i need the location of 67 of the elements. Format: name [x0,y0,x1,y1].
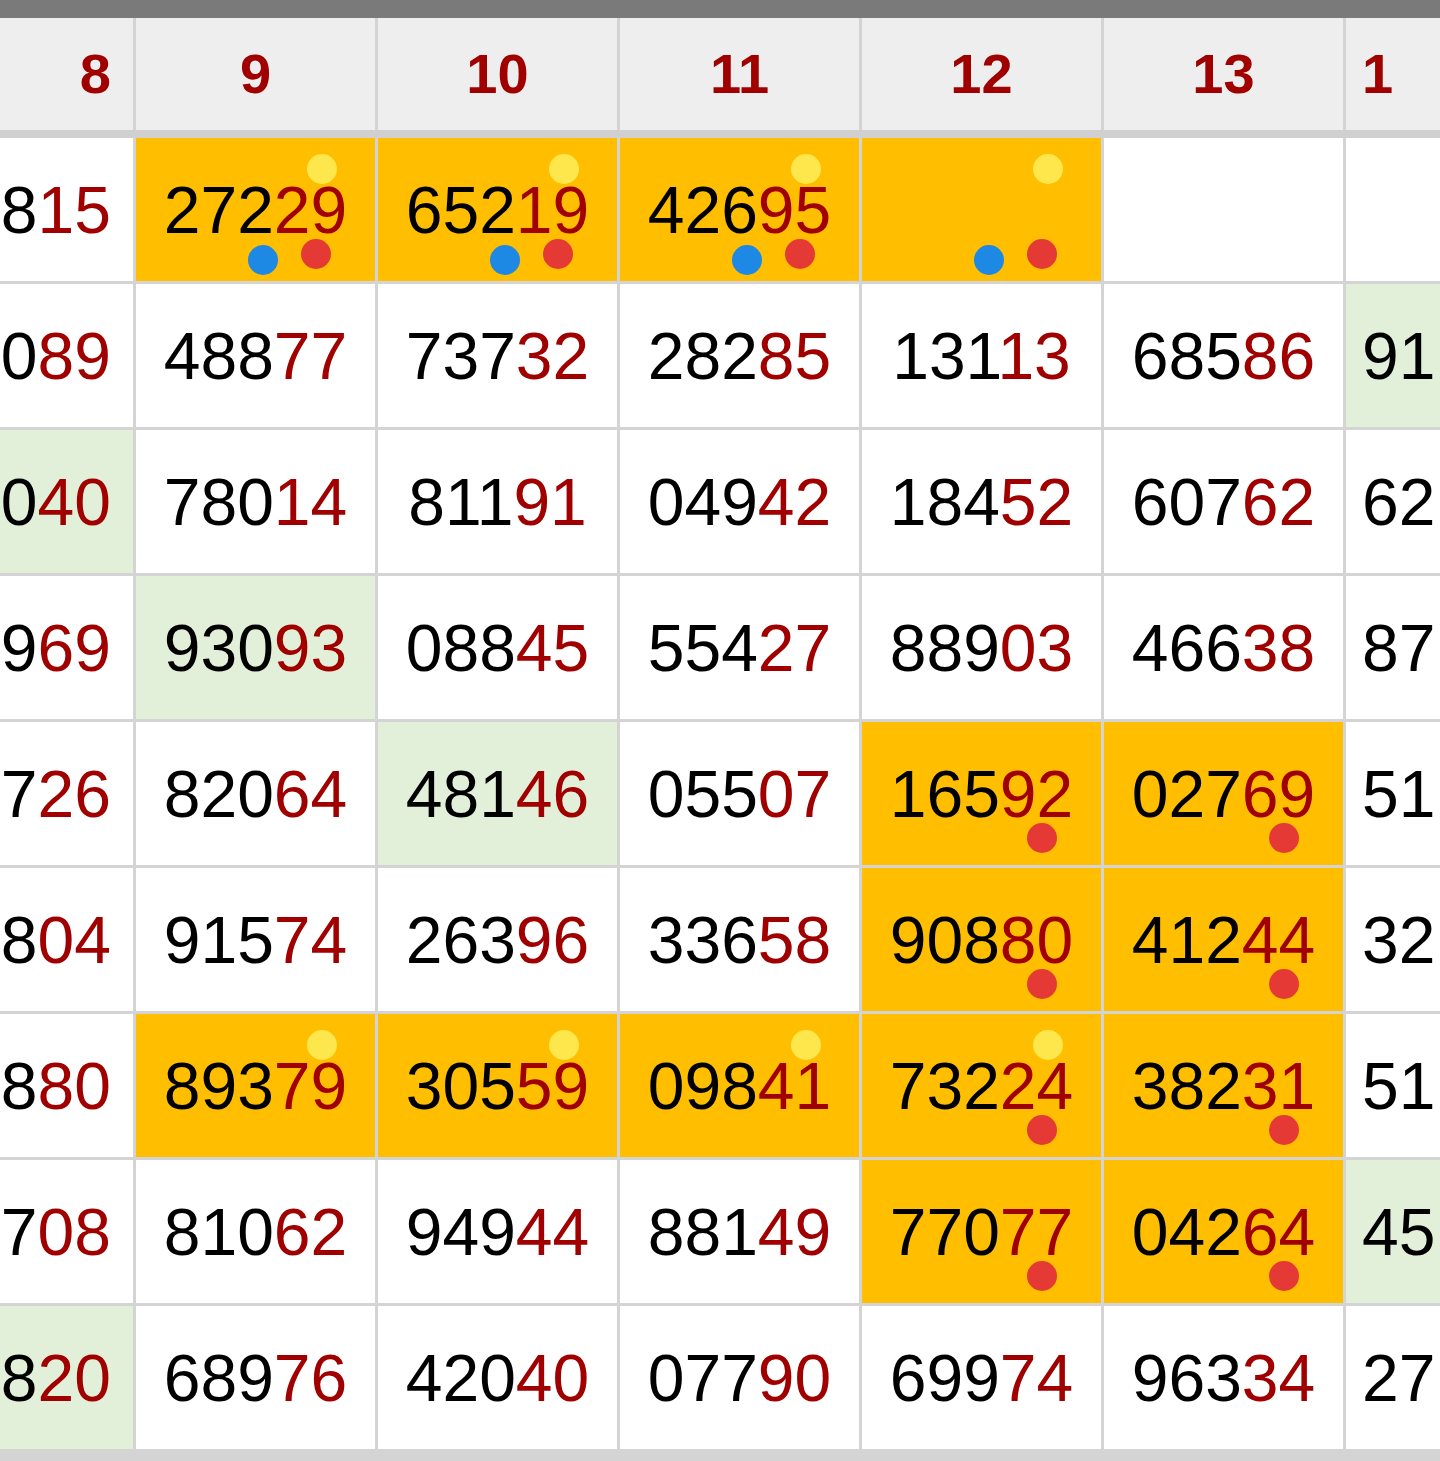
column-header: 9 [136,18,375,130]
lottery-number: 55427 [647,614,832,681]
lottery-number: 73732 [405,322,590,389]
lottery-number: 04264 [1131,1198,1316,1265]
lottery-number: 04942 [647,468,832,535]
lottery-number: 68976 [163,1344,348,1411]
lottery-number: 81062 [163,1198,348,1265]
lottery-number: 87 [1362,614,1436,681]
lottery-number: 88149 [647,1198,832,1265]
lottery-number: 28285 [647,322,832,389]
lottery-number: 69974 [889,1344,1074,1411]
lottery-number: 96334 [1131,1344,1316,1411]
lottery-number: 32 [1362,906,1436,973]
lottery-number: 48146 [405,760,590,827]
column-header: 8 [0,18,133,130]
lottery-number: 60762 [1131,468,1316,535]
lottery-number: 16592 [889,760,1074,827]
lottery-number: 48877 [163,322,348,389]
lottery-number: 30559 [405,1052,590,1119]
lottery-number: 089 [0,322,111,389]
lottery-number: 42040 [405,1344,590,1411]
lottery-number: 93093 [163,614,348,681]
lottery-number: 820 [0,1344,111,1411]
lottery-number: 02769 [1131,760,1316,827]
lottery-number: 040 [0,468,111,535]
lottery-number: 42695 [647,176,832,243]
lottery-number: 45 [1362,1198,1436,1265]
lottery-number: 09841 [647,1052,832,1119]
lottery-number: 51 [1362,1052,1436,1119]
lottery-number: 82064 [163,760,348,827]
lottery-number: 26396 [405,906,590,973]
lottery-number: 89379 [163,1052,348,1119]
lottery-number: 38231 [1131,1052,1316,1119]
lottery-number: 65219 [405,176,590,243]
lottery-number: 804 [0,906,111,973]
lottery-number: 969 [0,614,111,681]
lottery-number: 815 [0,176,111,243]
lottery-number: 33658 [647,906,832,973]
column-header: 11 [620,18,859,130]
lottery-number: 18452 [889,468,1074,535]
lottery-number: 91574 [163,906,348,973]
lottery-number: 08845 [405,614,590,681]
lottery-number: 88903 [889,614,1074,681]
lottery-number: 07790 [647,1344,832,1411]
lottery-number: 81191 [408,468,587,535]
column-header: 12 [862,18,1101,130]
lottery-number: 90880 [889,906,1074,973]
lottery-number: 78014 [163,468,348,535]
lottery-number: 73224 [889,1052,1074,1119]
lottery-number: 27229 [163,176,348,243]
column-header: 10 [378,18,617,130]
lottery-number: 94944 [405,1198,590,1265]
lottery-number: 51 [1362,760,1436,827]
lottery-number: 68586 [1131,322,1316,389]
lottery-number: 77077 [889,1198,1074,1265]
column-header: 1 [1346,18,1440,130]
lottery-number: 91 [1362,322,1436,389]
lottery-number: 05507 [647,760,832,827]
column-header: 13 [1104,18,1343,130]
lottery-number: 708 [0,1198,111,1265]
lottery-number: 41244 [1131,906,1316,973]
lottery-number: 880 [0,1052,111,1119]
lottery-number: 46638 [1131,614,1316,681]
lottery-number: 13113 [892,322,1071,389]
lottery-number: 726 [0,760,111,827]
lottery-number: 62 [1362,468,1436,535]
lottery-number: 27 [1362,1344,1436,1411]
